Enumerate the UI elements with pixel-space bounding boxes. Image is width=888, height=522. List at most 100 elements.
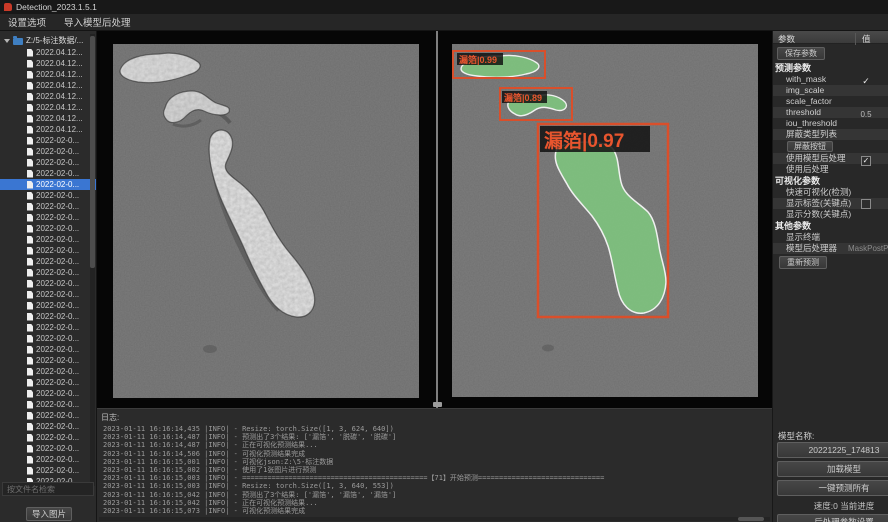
tree-file-item[interactable]: 2022-02-0... <box>0 256 96 267</box>
tree-file-item[interactable]: 2022-02-0... <box>0 355 96 366</box>
model-name-label: 模型名称: <box>778 430 814 442</box>
tree-file-item[interactable]: 2022-02-0... <box>0 322 96 333</box>
tree-file-item[interactable]: 2022-02-0... <box>0 223 96 234</box>
tree-file-item[interactable]: 2022.04.12... <box>0 124 96 135</box>
save-params-button[interactable]: 保存参数 <box>777 47 825 60</box>
tree-file-item[interactable]: 2022-02-0... <box>0 212 96 223</box>
log-line: 2023-01-11 16:16:15,001 |INFO| - 可视化json… <box>103 458 772 466</box>
file-name: 2022-02-0... <box>36 466 79 475</box>
tree-file-item[interactable]: 2022-02-0... <box>0 344 96 355</box>
checkbox[interactable] <box>861 199 871 209</box>
tree-file-item[interactable]: 2022-02-0... <box>0 377 96 388</box>
tree-file-item[interactable]: 2022.04.12... <box>0 69 96 80</box>
tree-file-item[interactable]: 2022-02-0... <box>0 267 96 278</box>
prediction-image-pane[interactable]: 漏箔|0.99 漏箔|0.89 漏箔|0.97 <box>452 44 758 397</box>
param-row[interactable]: 快速可视化(检测) <box>773 187 888 198</box>
parameter-rows: 预测参数with_mask✓img_scalescale_factorthres… <box>773 62 888 254</box>
tree-file-item[interactable]: 2022-02-0... <box>0 234 96 245</box>
file-name: 2022-02-0... <box>36 136 79 145</box>
log-scrollbar-thumb[interactable] <box>738 517 764 521</box>
param-row[interactable]: threshold0.5 <box>773 107 888 118</box>
param-row[interactable]: 显示分数(关键点) <box>773 209 888 220</box>
model-value-button[interactable]: 20221225_174813 <box>777 442 888 458</box>
menu-item-import-postprocess[interactable]: 导入模型后处理 <box>64 15 131 29</box>
tree-scrollbar[interactable] <box>90 34 95 486</box>
tree-file-item[interactable]: 2022-02-0... <box>0 201 96 212</box>
tree-file-item[interactable]: 2022-02-0... <box>0 179 96 190</box>
tree-file-item[interactable]: 2022-02-0... <box>0 289 96 300</box>
file-icon <box>27 115 33 123</box>
tree-file-item[interactable]: 2022-02-0... <box>0 410 96 421</box>
param-row[interactable]: 使用后处理 <box>773 164 888 175</box>
expander-icon[interactable] <box>4 39 10 43</box>
log-panel[interactable]: 日志: 2023-01-11 16:16:14,435 |INFO| - Res… <box>97 408 772 522</box>
postprocess-settings-button[interactable]: 后处理参数设置 <box>777 514 888 522</box>
param-label: with_mask <box>786 74 826 85</box>
param-row[interactable]: iou_threshold <box>773 118 888 129</box>
file-name: 2022-02-0... <box>36 367 79 376</box>
tree-root-folder[interactable]: Z:/5-标注数据/... <box>0 34 96 47</box>
import-images-button[interactable]: 导入图片 <box>26 507 72 521</box>
log-horizontal-scrollbar[interactable] <box>99 517 770 521</box>
tree-file-item[interactable]: 2022-02-0... <box>0 421 96 432</box>
image-smudge <box>542 345 554 352</box>
param-value-cell <box>845 129 887 140</box>
tree-file-item[interactable]: 2022-02-0... <box>0 135 96 146</box>
tree-file-item[interactable]: 2022.04.12... <box>0 47 96 58</box>
tree-file-item[interactable]: 2022-02-0... <box>0 388 96 399</box>
search-input[interactable] <box>2 482 94 496</box>
tree-file-item[interactable]: 2022-02-0... <box>0 454 96 465</box>
file-icon <box>27 434 33 442</box>
param-row[interactable]: 显示终端 <box>773 232 888 243</box>
tree-file-item[interactable]: 2022-02-0... <box>0 311 96 322</box>
param-label: 使用模型后处理 <box>786 153 846 164</box>
original-image-pane[interactable] <box>113 44 419 398</box>
param-row[interactable]: 显示标签(关键点) <box>773 198 888 209</box>
tree-file-item[interactable]: 2022-02-0... <box>0 399 96 410</box>
param-row[interactable]: 模型后处理器MaskPostPro <box>773 243 888 254</box>
log-line: 2023-01-11 16:16:15,073 |INFO| - 可视化预测结果… <box>103 507 772 515</box>
file-icon <box>27 390 33 398</box>
tree-file-item[interactable]: 2022-02-0... <box>0 465 96 476</box>
log-title: 日志: <box>101 412 119 423</box>
tree-file-item[interactable]: 2022-02-0... <box>0 432 96 443</box>
tree-file-item[interactable]: 2022-02-0... <box>0 278 96 289</box>
file-name: 2022-02-0... <box>36 202 79 211</box>
tree-file-item[interactable]: 2022-02-0... <box>0 443 96 454</box>
param-section-title: 其他参数 <box>773 220 888 232</box>
tree-file-item[interactable]: 2022-02-0... <box>0 157 96 168</box>
tree-file-item[interactable]: 2022-02-0... <box>0 300 96 311</box>
menu-item-settings[interactable]: 设置选项 <box>8 15 46 29</box>
tree-file-item[interactable]: 2022.04.12... <box>0 102 96 113</box>
param-row[interactable]: img_scale <box>773 85 888 96</box>
param-row[interactable]: scale_factor <box>773 96 888 107</box>
param-row[interactable]: 屏蔽类型列表 <box>773 129 888 140</box>
file-icon <box>27 60 33 68</box>
tree-file-item[interactable]: 2022.04.12... <box>0 91 96 102</box>
viewer-split-grip[interactable] <box>433 402 442 407</box>
file-icon <box>27 49 33 57</box>
param-value-cell: ✓ <box>845 153 887 164</box>
viewer-split-divider[interactable] <box>436 31 438 408</box>
load-model-button[interactable]: 加载模型 <box>777 461 888 477</box>
tree-file-item[interactable]: 2022-02-0... <box>0 366 96 377</box>
tree-file-item[interactable]: 2022-02-0... <box>0 146 96 157</box>
file-name: 2022-02-0... <box>36 279 79 288</box>
file-icon <box>27 335 33 343</box>
tree-file-item[interactable]: 2022-02-0... <box>0 333 96 344</box>
predict-all-button[interactable]: 一键预测所有 <box>777 480 888 496</box>
param-row[interactable]: with_mask ✓ <box>773 74 888 85</box>
param-row-button[interactable]: 屏蔽按钮 <box>787 141 833 152</box>
file-tree[interactable]: Z:/5-标注数据/... 2022.04.12...2022.04.12...… <box>0 34 96 490</box>
param-value-cell: ✓ <box>845 74 887 85</box>
tree-scrollbar-thumb[interactable] <box>90 36 95 268</box>
tree-file-item[interactable]: 2022.04.12... <box>0 80 96 91</box>
tree-file-item[interactable]: 2022-02-0... <box>0 245 96 256</box>
file-name: 2022-02-0... <box>36 290 79 299</box>
tree-file-item[interactable]: 2022-02-0... <box>0 168 96 179</box>
tree-file-item[interactable]: 2022-02-0... <box>0 190 96 201</box>
param-row[interactable]: 使用模型后处理✓ <box>773 153 888 164</box>
tree-file-item[interactable]: 2022.04.12... <box>0 113 96 124</box>
tree-file-item[interactable]: 2022.04.12... <box>0 58 96 69</box>
repredict-button[interactable]: 重新预测 <box>779 256 827 269</box>
